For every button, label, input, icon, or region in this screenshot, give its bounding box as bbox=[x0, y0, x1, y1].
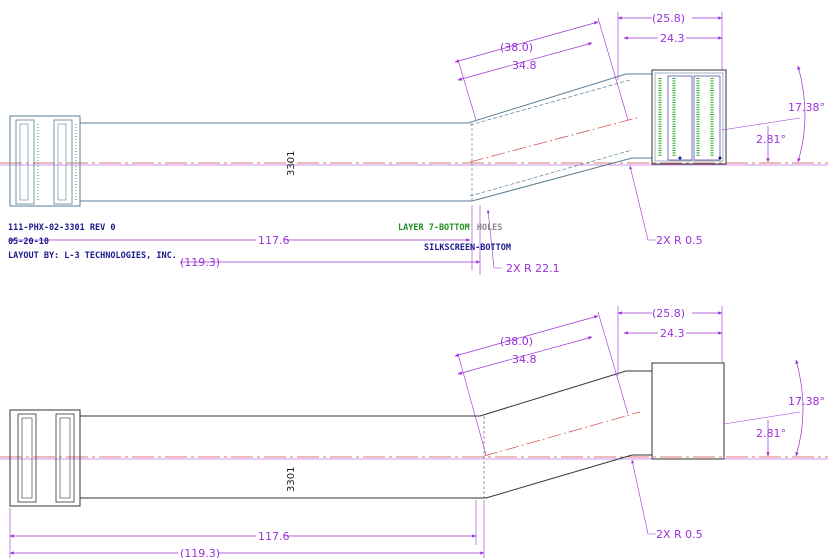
bottom-left-pad-column-a bbox=[17, 413, 37, 503]
bottom-dim-25-label: (25.8) bbox=[652, 307, 685, 320]
top-r22-leader bbox=[486, 209, 502, 269]
bottom-ext-angled-2 bbox=[457, 353, 487, 456]
bottom-dim-38-label: (38.0) bbox=[500, 335, 533, 348]
bottom-dim-117-label: 117.6 bbox=[258, 530, 290, 543]
top-dim-34-label: 34.8 bbox=[512, 59, 537, 72]
top-angled-edge-a bbox=[469, 79, 631, 126]
flex-cable-drawing: 3301 117.6 (119.3) (38.0) 34.8 (25.8) 24… bbox=[0, 11, 828, 558]
top-dim-24-label: 24.3 bbox=[660, 32, 685, 45]
top-angle-17-label: 17.38° bbox=[788, 101, 825, 114]
top-angle-2-label: 2.81° bbox=[756, 133, 786, 146]
top-view: 3301 117.6 (119.3) (38.0) 34.8 (25.8) 24… bbox=[0, 11, 828, 275]
top-r22-label: 2X R 22.1 bbox=[506, 262, 560, 275]
top-right-connector bbox=[651, 69, 727, 165]
bottom-angle-17-label: 17.38° bbox=[788, 395, 825, 408]
top-dim-38-label: (38.0) bbox=[500, 41, 533, 54]
top-pin1-dot-a bbox=[678, 156, 682, 160]
top-right-silk-a bbox=[667, 75, 693, 161]
top-pin1-dot-b bbox=[718, 156, 722, 160]
note-part-number: 111-PHX-02-3301 REV 0 bbox=[8, 223, 115, 233]
top-cable-outline bbox=[9, 73, 652, 207]
bottom-angle-17-arc bbox=[795, 359, 804, 457]
top-dim-25-label: (25.8) bbox=[652, 12, 685, 25]
note-date: 05-20-10 bbox=[8, 237, 49, 247]
bottom-r05-label: 2X R 0.5 bbox=[656, 528, 703, 541]
bottom-ext-angled bbox=[597, 311, 629, 415]
note-layer-gray: HOLES bbox=[477, 223, 503, 233]
top-left-pad-column-b-inner bbox=[57, 123, 67, 201]
note-silkscreen: SILKSCREEN-BOTTOM bbox=[424, 243, 511, 253]
bottom-right-connector bbox=[651, 362, 725, 460]
top-angle-17-arc bbox=[797, 65, 806, 163]
top-left-pad-column-a-inner bbox=[19, 123, 29, 201]
bottom-left-pad-column-a-inner bbox=[21, 417, 33, 499]
bottom-r05-leader bbox=[631, 459, 656, 535]
bottom-angled-centerline bbox=[483, 411, 641, 457]
top-left-connector bbox=[9, 115, 81, 207]
note-layer: LAYER 7-BOTTOM HOLES bbox=[398, 223, 502, 233]
bottom-left-pad-column-b-inner bbox=[59, 417, 71, 499]
top-ext-angled bbox=[597, 17, 629, 121]
bottom-dim-119-label: (119.3) bbox=[180, 547, 220, 558]
top-r05-leader bbox=[629, 165, 656, 241]
top-dim-117-label: 117.6 bbox=[258, 234, 290, 247]
note-layout-by: LAYOUT BY: L-3 TECHNOLOGIES, INC. bbox=[8, 251, 177, 261]
top-part-label: 3301 bbox=[286, 151, 297, 176]
note-layer-green: LAYER 7-BOTTOM bbox=[398, 223, 470, 233]
bottom-view: 3301 117.6 (119.3) (38.0) 34.8 (25.8) 24… bbox=[0, 306, 828, 558]
bottom-left-pad-column-b bbox=[55, 413, 75, 503]
top-dim-119-label: (119.3) bbox=[180, 256, 220, 269]
top-ext-angled-2 bbox=[457, 59, 477, 121]
bottom-angle-2-label: 2.81° bbox=[756, 427, 786, 440]
top-r05-label: 2X R 0.5 bbox=[656, 234, 703, 247]
top-left-pad-column-b bbox=[53, 119, 73, 205]
top-angle-ref bbox=[721, 117, 801, 131]
bottom-dim-34-label: 34.8 bbox=[512, 353, 537, 366]
bottom-part-label: 3301 bbox=[286, 467, 297, 492]
bottom-angle-ref bbox=[723, 411, 801, 425]
bottom-cable-outline bbox=[80, 370, 652, 499]
top-angled-edge-b bbox=[469, 149, 633, 197]
bottom-dim-24-label: 24.3 bbox=[660, 327, 685, 340]
bottom-left-connector bbox=[9, 409, 81, 507]
top-left-pad-column-a bbox=[15, 119, 35, 205]
